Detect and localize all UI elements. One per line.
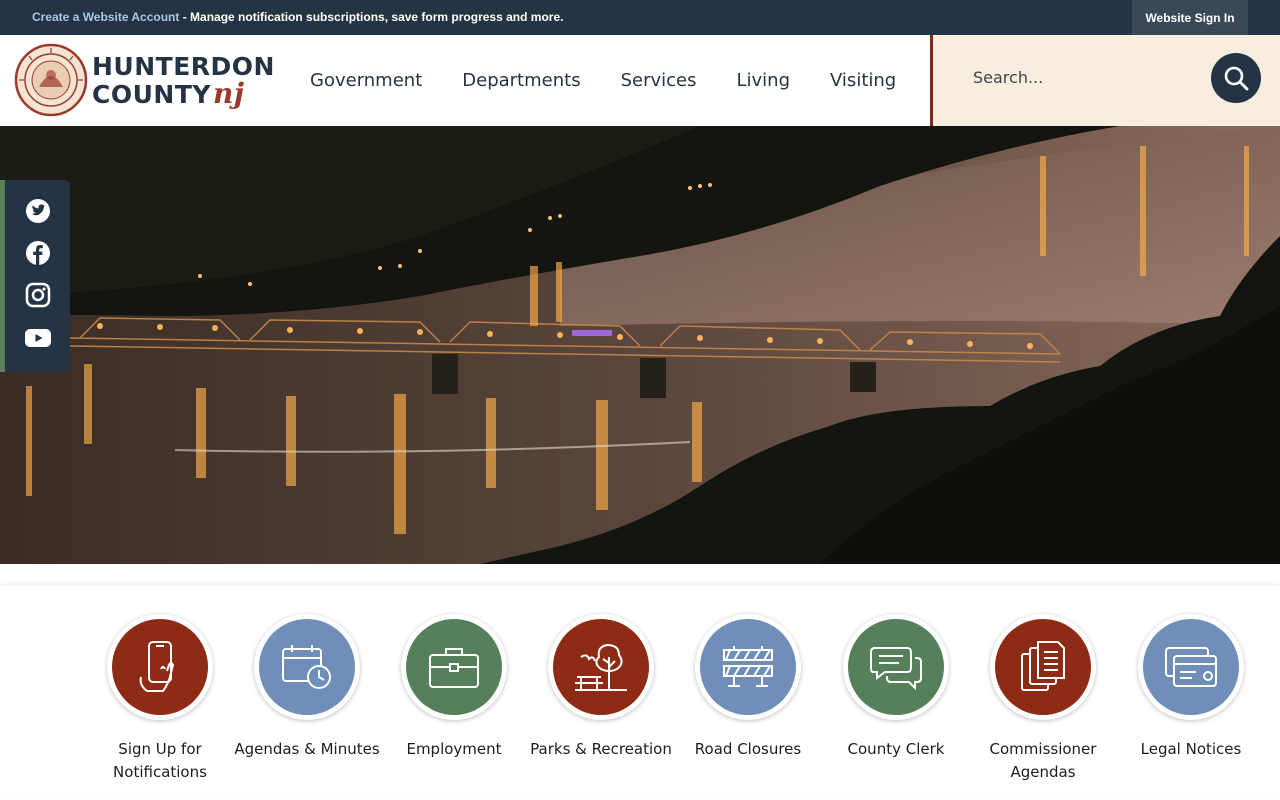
- quick-link-label: Commissioner Agendas: [989, 740, 1097, 781]
- utility-bar: Create a Website Account - Manage notifi…: [0, 0, 1280, 35]
- twitter-icon: [26, 199, 50, 223]
- youtube-link[interactable]: [25, 325, 51, 351]
- quick-link-circle: [406, 619, 502, 715]
- quick-link-ring: [1138, 614, 1244, 720]
- quick-link-ring: [107, 614, 213, 720]
- website-sign-in-button[interactable]: Website Sign In: [1132, 0, 1248, 35]
- quick-link-ring: [401, 614, 507, 720]
- county-wordmark: HUNTERDON COUNTYnj: [92, 53, 275, 108]
- search-input[interactable]: Search...: [973, 68, 1043, 87]
- account-message-text: - Manage notification subscriptions, sav…: [179, 10, 564, 24]
- nav-item-departments[interactable]: Departments: [442, 70, 600, 91]
- park-icon: [575, 643, 627, 691]
- youtube-icon: [25, 329, 51, 347]
- quick-link-label: Legal Notices: [1140, 740, 1242, 758]
- wordmark-line-1: HUNTERDON: [92, 52, 275, 81]
- quick-link-ring: [548, 614, 654, 720]
- quick-link-employment[interactable]: Employment: [379, 614, 529, 761]
- quick-link-notifications[interactable]: Sign Up for Notifications: [85, 614, 235, 784]
- quick-link-label: Agendas & Minutes: [234, 740, 380, 758]
- calendar-clock-icon: [282, 645, 331, 689]
- quick-link-circle: [700, 619, 796, 715]
- quick-link-circle: [848, 619, 944, 715]
- quick-link-label: Road Closures: [694, 740, 802, 758]
- search-icon: [1224, 66, 1249, 91]
- hero-banner-image: [0, 126, 1280, 564]
- quick-link-parks-recreation[interactable]: Parks & Recreation: [526, 614, 676, 761]
- smartphone-icon: [139, 641, 175, 692]
- main-nav: Government Departments Services Living V…: [290, 35, 916, 126]
- site-header: HUNTERDON COUNTYnj Government Department…: [0, 35, 1280, 126]
- facebook-link[interactable]: [25, 240, 51, 266]
- quick-link-county-clerk[interactable]: County Clerk: [821, 614, 971, 761]
- quick-link-label: Parks & Recreation: [530, 740, 672, 758]
- hero-river-bridge-night: [0, 126, 1280, 564]
- create-account-link[interactable]: Create a Website Account: [32, 10, 179, 24]
- quick-link-ring: [843, 614, 949, 720]
- social-media-bar: [0, 180, 70, 372]
- documents-icon: [1021, 641, 1065, 691]
- road-barrier-icon: [723, 646, 773, 687]
- briefcase-icon: [429, 648, 479, 688]
- quick-link-label: County Clerk: [847, 740, 945, 758]
- quick-link-agendas-minutes[interactable]: Agendas & Minutes: [232, 614, 382, 761]
- quick-link-label: Employment: [406, 740, 502, 758]
- quick-link-ring: [254, 614, 360, 720]
- wordmark-county: COUNTY: [92, 80, 211, 109]
- wordmark-line-2: COUNTYnj: [92, 77, 275, 110]
- county-seal-icon: [14, 43, 88, 117]
- nav-item-visiting[interactable]: Visiting: [810, 70, 916, 91]
- instagram-icon: [25, 282, 51, 308]
- quick-link-road-closures[interactable]: Road Closures: [673, 614, 823, 761]
- quick-link-circle: [259, 619, 355, 715]
- quick-link-circle: [995, 619, 1091, 715]
- quick-link-circle: [1143, 619, 1239, 715]
- quick-link-circle: [553, 619, 649, 715]
- card-icon: [1165, 647, 1217, 687]
- search-panel: Search...: [930, 35, 1280, 126]
- quick-link-legal-notices[interactable]: Legal Notices: [1116, 614, 1266, 761]
- quick-link-commissioner-agendas[interactable]: Commissioner Agendas: [968, 614, 1118, 784]
- county-logo[interactable]: HUNTERDON COUNTYnj: [14, 43, 274, 117]
- facebook-icon: [26, 241, 50, 265]
- nav-item-living[interactable]: Living: [716, 70, 810, 91]
- nav-item-government[interactable]: Government: [290, 70, 442, 91]
- quick-link-ring: [990, 614, 1096, 720]
- quick-links-section: Sign Up for Notifications Agendas & Minu…: [0, 586, 1280, 794]
- nav-item-services[interactable]: Services: [601, 70, 717, 91]
- quick-link-ring: [695, 614, 801, 720]
- wordmark-nj: nj: [212, 77, 245, 110]
- quick-link-circle: [112, 619, 208, 715]
- search-button[interactable]: [1211, 53, 1261, 103]
- account-message: Create a Website Account - Manage notifi…: [32, 10, 563, 24]
- twitter-link[interactable]: [25, 198, 51, 224]
- quick-link-label: Sign Up for Notifications: [113, 740, 207, 781]
- instagram-link[interactable]: [25, 282, 51, 308]
- chat-bubbles-icon: [870, 647, 922, 690]
